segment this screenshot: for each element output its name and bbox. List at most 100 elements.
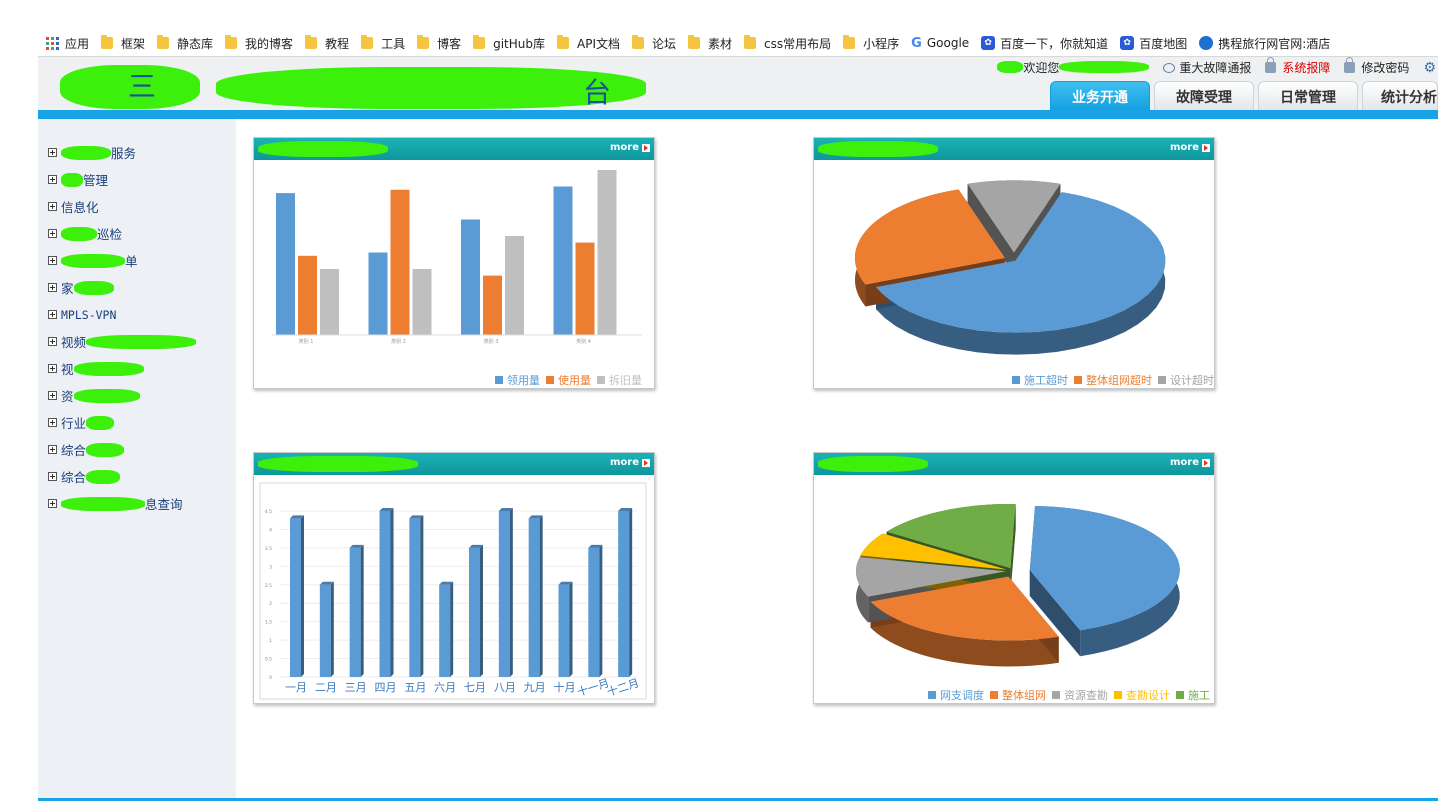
folder-icon — [632, 35, 645, 49]
legend-swatch — [597, 376, 605, 384]
expand-icon[interactable] — [48, 472, 57, 481]
expand-icon[interactable] — [48, 445, 57, 454]
bar — [439, 584, 451, 677]
legend-label: 查勘设计 — [1126, 688, 1170, 702]
change-password-link[interactable]: 修改密码 — [1344, 57, 1409, 76]
bar-side — [450, 581, 454, 677]
sidebar-item[interactable]: 管理 — [38, 166, 236, 193]
expand-icon[interactable] — [48, 499, 57, 508]
sidebar-item[interactable]: 综合 — [38, 463, 236, 490]
expand-icon[interactable] — [48, 310, 57, 319]
sidebar-item[interactable]: 视频 — [38, 328, 236, 355]
expand-icon[interactable] — [48, 337, 57, 346]
redacted-panel-title — [818, 141, 938, 157]
expand-icon[interactable] — [48, 148, 57, 157]
folder-icon — [557, 35, 570, 49]
bookmark-item[interactable]: 论坛 — [632, 32, 684, 54]
fault-notice-link[interactable]: 重大故障通报 — [1163, 59, 1251, 76]
expand-icon[interactable] — [48, 418, 57, 427]
legend-swatch — [1158, 376, 1166, 384]
y-tick-label: 1 — [269, 638, 272, 644]
sidebar-item[interactable]: 行业 — [38, 409, 236, 436]
sidebar-item[interactable]: 巡检 — [38, 220, 236, 247]
y-tick-label: 0.5 — [265, 657, 272, 663]
bar — [469, 547, 480, 677]
tab-statistics[interactable]: 统计分析 — [1362, 81, 1438, 111]
bar — [409, 518, 421, 677]
legend-label: 网支调度 — [940, 688, 984, 702]
gear-icon[interactable]: ⚙ — [1423, 60, 1436, 76]
sidebar-item[interactable]: 资 — [38, 382, 236, 409]
legend-label: 使用量 — [558, 374, 591, 387]
bar-side — [330, 581, 334, 677]
system-report-link[interactable]: 系统报障 — [1265, 57, 1330, 76]
chart-panel-4: more 施工 查勘设计 资源查勘 整体组网 网支调度 — [813, 452, 1215, 704]
sidebar-item-mpls-vpn[interactable]: MPLS-VPN — [38, 301, 236, 328]
legend-label: 整体组网 — [1002, 688, 1046, 702]
more-link[interactable]: more — [610, 457, 650, 468]
legend-swatch — [1176, 691, 1184, 699]
bookmark-item[interactable]: G Google — [911, 32, 977, 54]
bookmark-item[interactable]: ✿ 百度地图 — [1120, 32, 1195, 54]
chart-panel-1: more 类别 1 类别 2 类别 3 类别 4 拆旧量 使用量 领用量 — [253, 137, 655, 389]
bar-side — [509, 508, 513, 677]
bar-side — [599, 544, 603, 677]
more-link[interactable]: more — [1170, 457, 1210, 468]
sidebar-item[interactable]: 综合 — [38, 436, 236, 463]
tab-business-open[interactable]: 业务开通 — [1050, 81, 1150, 111]
more-link[interactable]: more — [610, 142, 650, 153]
baidu-icon: ✿ — [1120, 36, 1135, 50]
header-links: 欢迎您 重大故障通报 系统报障 修改密码 ⚙ — [997, 57, 1438, 76]
expand-icon[interactable] — [48, 283, 57, 292]
sidebar-item[interactable]: 家 — [38, 274, 236, 301]
bar — [320, 269, 339, 335]
bar — [558, 584, 570, 677]
bookmark-item[interactable]: 应用 — [46, 32, 97, 54]
sidebar-item[interactable]: 信息化 — [38, 193, 236, 220]
expand-icon[interactable] — [48, 175, 57, 184]
bookmark-item[interactable]: css常用布局 — [744, 32, 839, 54]
ctrip-icon — [1199, 36, 1214, 50]
bookmark-item[interactable]: 静态库 — [157, 32, 221, 54]
bookmark-item[interactable]: 工具 — [361, 32, 413, 54]
panel-header: more — [814, 453, 1214, 475]
sidebar-item[interactable]: 单 — [38, 247, 236, 274]
tab-daily-manage[interactable]: 日常管理 — [1258, 81, 1358, 111]
sidebar-item[interactable]: 服务 — [38, 139, 236, 166]
expand-icon[interactable] — [48, 391, 57, 400]
x-tick-label: 六月 — [434, 681, 456, 694]
bookmark-item[interactable]: 我的博客 — [225, 32, 301, 54]
y-tick-label: 4 — [269, 527, 272, 533]
more-link[interactable]: more — [1170, 142, 1210, 153]
bar — [618, 511, 630, 677]
bookmark-item[interactable]: 框架 — [101, 32, 153, 54]
bookmark-item[interactable]: API文档 — [557, 32, 628, 54]
bar — [498, 511, 510, 677]
bar — [390, 189, 410, 335]
panel-header: more — [814, 138, 1214, 160]
bookmark-item[interactable]: 博客 — [417, 32, 469, 54]
expand-icon[interactable] — [48, 229, 57, 238]
sidebar-item[interactable]: 息查询 — [38, 490, 236, 517]
bookmark-item[interactable]: gitHub库 — [473, 32, 553, 54]
panel-header: more — [254, 138, 654, 160]
bookmark-item[interactable]: ✿ 百度一下，你就知道 — [981, 32, 1116, 54]
x-tick-label: 五月 — [404, 681, 426, 694]
expand-icon[interactable] — [48, 202, 57, 211]
welcome-text: 欢迎您 — [997, 59, 1150, 76]
sidebar-item[interactable]: 视 — [38, 355, 236, 382]
bookmark-item[interactable]: 携程旅行网官网:酒店 — [1199, 32, 1338, 54]
pie-chart: 施工 查勘设计 资源查勘 整体组网 网支调度 — [856, 503, 1210, 702]
bookmark-item[interactable]: 素材 — [688, 32, 740, 54]
redacted-panel-title — [258, 456, 418, 472]
bookmark-item[interactable]: 小程序 — [843, 32, 907, 54]
bar — [349, 547, 361, 677]
expand-icon[interactable] — [48, 256, 57, 265]
tab-fault-accept[interactable]: 故障受理 — [1154, 81, 1254, 111]
legend-swatch — [928, 691, 936, 699]
x-tick-label: 一月 — [285, 681, 307, 694]
bar — [528, 518, 540, 677]
bar — [290, 518, 301, 677]
expand-icon[interactable] — [48, 364, 57, 373]
bookmark-item[interactable]: 教程 — [305, 32, 357, 54]
